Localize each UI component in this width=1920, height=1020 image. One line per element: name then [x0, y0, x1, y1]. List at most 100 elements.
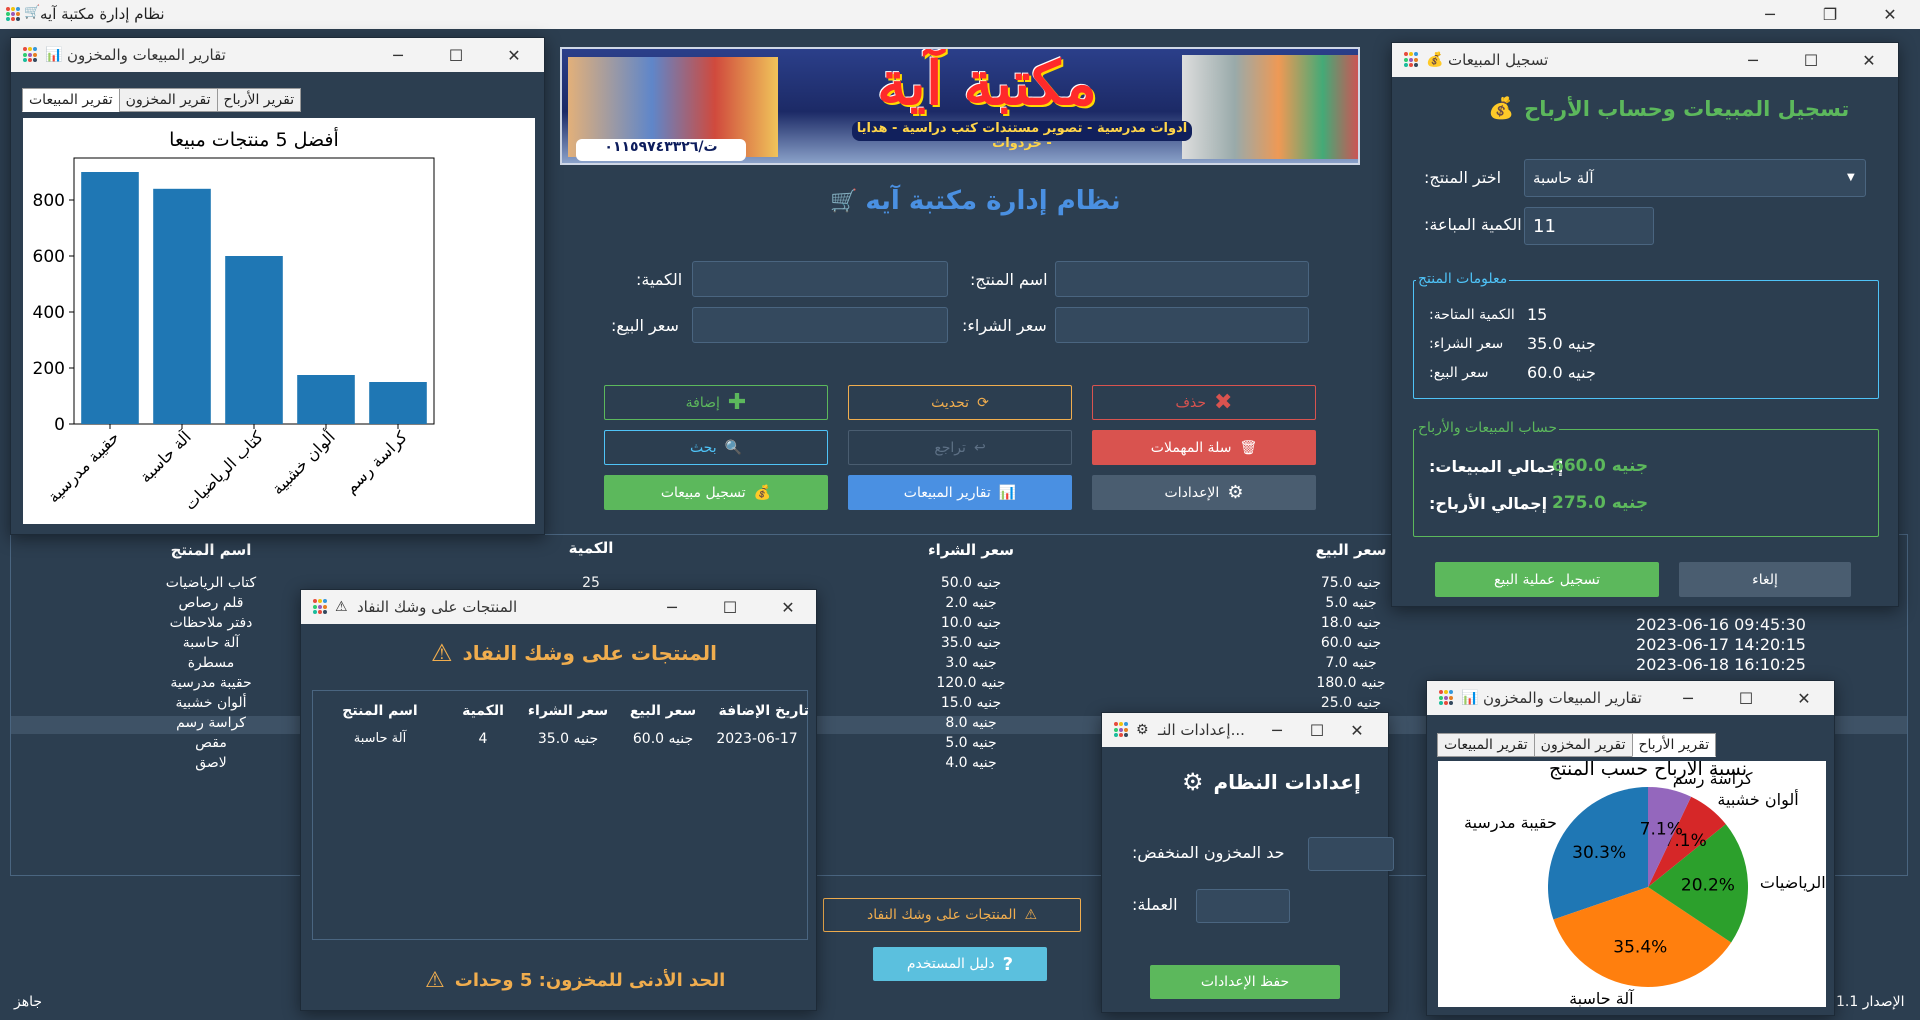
sell-price-label: :سعر البيع [611, 316, 679, 335]
pie-category-label: كراسة رسم [1673, 769, 1753, 789]
tab-profit-report[interactable]: تقرير الأرباح [1631, 733, 1717, 757]
main-titlebar: 🛒 نظام إدارة مكتبة آيه ─ ❐ ✕ [0, 0, 1920, 29]
pie-category-label: حقيبة مدرسية [1464, 813, 1557, 833]
tab-sales-report[interactable]: تقرير المبيعات [22, 88, 120, 112]
minimize-button[interactable]: ─ [1738, 47, 1768, 73]
table-cell-buy: 10.0 جنيه [940, 615, 1002, 631]
bar [225, 256, 283, 424]
available-qty-label: :الكمية المتاحة [1429, 307, 1515, 323]
settings-window-titlebar[interactable]: ⚙ إعدادات النـ... ─ ☐ ✕ [1102, 713, 1388, 747]
minimize-button[interactable]: ─ [383, 42, 413, 68]
window-title: نظام إدارة مكتبة آيه [40, 5, 165, 23]
product-name-input[interactable] [1055, 261, 1309, 297]
product-select[interactable]: آلة حاسبة ▼ [1524, 159, 1866, 197]
minimize-button[interactable]: ─ [657, 594, 687, 620]
sold-qty-input[interactable] [1524, 207, 1654, 245]
close-button[interactable]: ✕ [1342, 717, 1372, 743]
pie-category-label: كتاب الرياضيات [1760, 873, 1826, 893]
settings-button[interactable]: الإعدادات ⚙ [1092, 475, 1316, 510]
low-stock-table[interactable]: تاريخ الإضافة سعر البيع سعر الشراء الكمي… [312, 690, 809, 940]
sales-heading: 💰 تسجيل المبيعات وحساب الأرباح [1488, 96, 1850, 121]
app-icon [6, 7, 20, 21]
sales-reports-button[interactable]: تقارير المبيعات 📊 [848, 475, 1072, 510]
recycle-bin-button[interactable]: سلة المهملات 🗑 [1092, 430, 1316, 465]
low-stock-button[interactable]: المنتجات على وشك النفاد ⚠ [823, 898, 1081, 932]
reports-window-1[interactable]: 📊 تقارير المبيعات والمخزون ─ ☐ ✕ تقرير ا… [10, 37, 545, 535]
save-settings-button[interactable]: حفظ الإعدادات [1150, 965, 1340, 999]
reports-window-2-titlebar[interactable]: 📊 تقارير المبيعات والمخزون ─ ☐ ✕ [1427, 681, 1834, 715]
add-button[interactable]: إضافة ✚ [604, 385, 828, 420]
reports-window-1-titlebar[interactable]: 📊 تقارير المبيعات والمخزون ─ ☐ ✕ [11, 38, 544, 72]
maximize-button[interactable]: ❐ [1800, 0, 1860, 29]
quantity-input[interactable] [692, 261, 948, 297]
close-button[interactable]: ✕ [1860, 0, 1920, 29]
low-stock-header: تاريخ الإضافة سعر البيع سعر الشراء الكمي… [342, 703, 809, 719]
buy-price-label: :سعر الشراء [962, 316, 1047, 335]
reports-window-2[interactable]: 📊 تقارير المبيعات والمخزون ─ ☐ ✕ تقرير ا… [1426, 680, 1835, 1016]
product-buy-label: :سعر الشراء [1429, 336, 1504, 352]
maximize-button[interactable]: ☐ [441, 42, 471, 68]
banner-phone: ت/٠١١٥٩٧٤٣٣٢٦ [576, 139, 746, 161]
app-icon [313, 599, 329, 615]
low-stock-row[interactable]: 2023-06-17 60.0 جنيه 35.0 جنيه 4 آلة حاس… [313, 731, 807, 751]
app-icon [1404, 52, 1420, 68]
gear-icon: ⚙ [1136, 722, 1149, 738]
product-sell-value: 60.0 جنيه [1527, 363, 1596, 382]
table-cell-sell: 25.0 جنيه [1320, 695, 1382, 711]
maximize-button[interactable]: ☐ [715, 594, 745, 620]
low-stock-heading: ⚠ المنتجات على وشك النفاد [431, 639, 718, 667]
total-profit-value: 275.0 جنيه [1552, 493, 1649, 513]
delete-button[interactable]: حذف ✖ [1092, 385, 1316, 420]
table-cell-buy: 4.0 جنيه [945, 755, 997, 771]
currency-input[interactable] [1196, 889, 1290, 923]
minimize-button[interactable]: ─ [1740, 0, 1800, 29]
product-sell-label: :سعر البيع [1429, 365, 1489, 381]
tab-profit-report[interactable]: تقرير الأرباح [216, 88, 302, 112]
tab-inventory-report[interactable]: تقرير المخزون [1533, 733, 1633, 757]
buy-price-input[interactable] [1055, 307, 1309, 343]
table-cell-sell: 180.0 جنيه [1316, 675, 1386, 691]
warning-icon: ⚠ [1024, 907, 1037, 923]
minimize-button[interactable]: ─ [1262, 717, 1292, 743]
record-sales-button[interactable]: تسجيل مبيعات 💰 [604, 475, 828, 510]
pie-value-label: 7.1% [1640, 819, 1683, 839]
cancel-button[interactable]: إلغاء [1679, 562, 1851, 597]
update-button[interactable]: تحديث ⟳ [848, 385, 1072, 420]
sales-window[interactable]: 💰 تسجيل المبيعات ─ ☐ ✕ 💰 تسجيل المبيعات … [1391, 42, 1899, 607]
tab-inventory-report[interactable]: تقرير المخزون [118, 88, 218, 112]
maximize-button[interactable]: ☐ [1731, 685, 1761, 711]
close-button[interactable]: ✕ [499, 42, 529, 68]
table-row[interactable]: مسطرة 3.0 جنيه 7.0 جنيه 2023-06-18 16:10:25 [11, 655, 1907, 675]
search-button[interactable]: بحث 🔍 [604, 430, 828, 465]
close-button[interactable]: ✕ [1789, 685, 1819, 711]
tab-sales-report[interactable]: تقرير المبيعات [1437, 733, 1535, 757]
confirm-sale-button[interactable]: تسجيل عملية البيع [1435, 562, 1659, 597]
maximize-button[interactable]: ☐ [1796, 47, 1826, 73]
low-stock-window-titlebar[interactable]: ⚠ المنتجات على وشك النفاد ─ ☐ ✕ [301, 590, 816, 624]
table-cell-buy: 120.0 جنيه [936, 675, 1006, 691]
product-buy-value: 35.0 جنيه [1527, 334, 1596, 353]
app-icon [1439, 690, 1455, 706]
table-cell-name: ألوان خشبية [175, 695, 247, 711]
table-row[interactable]: آلة حاسبة 35.0 جنيه 60.0 جنيه 2023-06-17 14… [11, 635, 1907, 655]
undo-button[interactable]: تراجع ↩ [848, 430, 1072, 465]
close-button[interactable]: ✕ [1854, 47, 1884, 73]
x-tick-label: آلة حاسبة [136, 426, 196, 486]
minimize-button[interactable]: ─ [1673, 685, 1703, 711]
low-stock-window[interactable]: ⚠ المنتجات على وشك النفاد ─ ☐ ✕ ⚠ المنتج… [300, 589, 817, 1011]
user-guide-button[interactable]: دليل المستخدم? [873, 947, 1047, 981]
table-cell-name: كتاب الرياضيات [165, 575, 257, 591]
search-icon: 🔍 [724, 439, 743, 456]
total-sales-value: 660.0 جنيه [1552, 456, 1649, 476]
refresh-icon: ⟳ [977, 394, 989, 411]
settings-window[interactable]: ⚙ إعدادات النـ... ─ ☐ ✕ ⚙ إعدادات النظام… [1101, 712, 1394, 1013]
sales-window-titlebar[interactable]: 💰 تسجيل المبيعات ─ ☐ ✕ [1392, 43, 1898, 77]
total-sales-label: :إجمالي المبيعات [1429, 457, 1564, 476]
sell-price-input[interactable] [692, 307, 948, 343]
close-button[interactable]: ✕ [773, 594, 803, 620]
table-row[interactable]: دفتر ملاحظات 10.0 جنيه 18.0 جنيه 2023-06-16… [11, 615, 1907, 635]
maximize-button[interactable]: ☐ [1302, 717, 1332, 743]
low-stock-threshold-input[interactable] [1308, 837, 1394, 871]
pie-value-label: 30.3% [1572, 843, 1626, 863]
table-cell-sell: 18.0 جنيه [1320, 615, 1382, 631]
